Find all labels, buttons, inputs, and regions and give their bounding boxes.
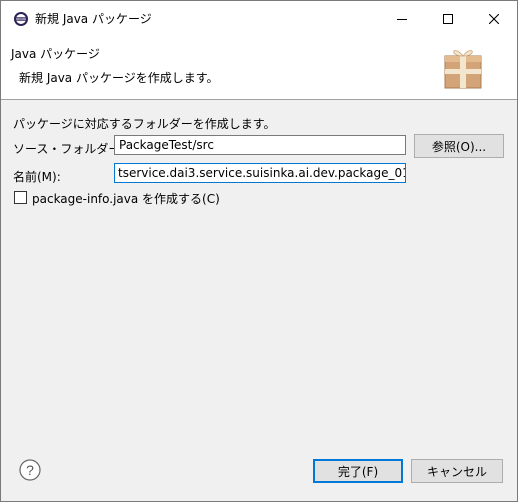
package-icon <box>441 44 485 90</box>
close-button[interactable] <box>471 1 517 37</box>
name-input[interactable]: tservice.dai3.service.suisinka.ai.dev.pa… <box>114 163 406 183</box>
dialog-header: Java パッケージ 新規 Java パッケージを作成します。 <box>1 37 517 100</box>
eclipse-icon <box>13 11 29 27</box>
svg-text:?: ? <box>26 462 34 478</box>
header-title: Java パッケージ <box>11 47 100 61</box>
package-info-checkbox[interactable] <box>14 191 27 204</box>
source-folder-input[interactable]: PackageTest/src <box>114 135 406 155</box>
help-icon[interactable]: ? <box>19 459 41 481</box>
source-folder-value: PackageTest/src <box>119 138 214 152</box>
header-description: 新規 Java パッケージを作成します。 <box>19 71 219 85</box>
minimize-icon <box>397 14 407 24</box>
name-value: tservice.dai3.service.suisinka.ai.dev.pa… <box>118 166 405 180</box>
browse-button[interactable]: 参照(O)... <box>414 134 504 158</box>
package-info-label[interactable]: package-info.java を作成する(C) <box>32 190 220 207</box>
minimize-button[interactable] <box>379 1 425 37</box>
title-bar[interactable]: 新規 Java パッケージ <box>1 1 517 37</box>
form-description: パッケージに対応するフォルダーを作成します。 <box>13 117 276 131</box>
cancel-button[interactable]: キャンセル <box>411 459 503 483</box>
close-icon <box>489 14 499 24</box>
maximize-button[interactable] <box>425 1 471 37</box>
finish-button[interactable]: 完了(F) <box>313 459 403 483</box>
new-java-package-dialog: 新規 Java パッケージ Java パッケージ 新規 Java パッケージを作… <box>0 0 518 502</box>
maximize-icon <box>443 14 453 24</box>
window-title: 新規 Java パッケージ <box>35 12 152 26</box>
name-label: 名前(M): <box>13 170 61 184</box>
